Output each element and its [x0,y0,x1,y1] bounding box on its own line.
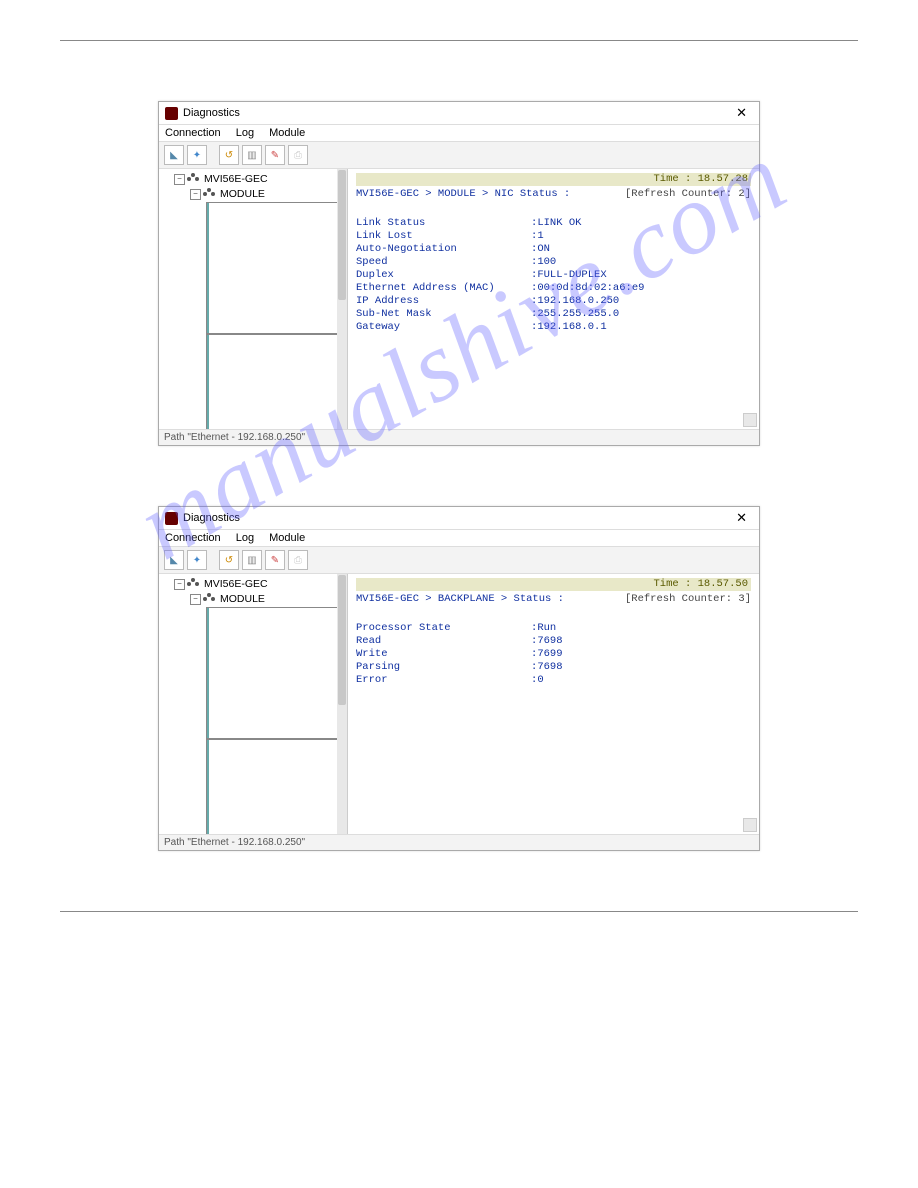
scroll-corner[interactable] [743,818,757,832]
tree-scrollbar[interactable] [337,574,347,834]
toolbar: ◣ ✦ ↺ ▥ ✎ ⎙ [159,141,759,169]
diagnostics-window-1: Diagnostics ✕ Connection Log Module ◣ ✦ … [158,101,760,446]
toolbar-btn-4[interactable]: ▥ [242,145,262,165]
status-bar: Path "Ethernet - 192.168.0.250" [159,429,759,445]
kv-value: 7699 [531,648,563,661]
time-display: Time : 18.57.28 [356,173,751,186]
menu-module[interactable]: Module [269,127,305,139]
menu-log[interactable]: Log [236,127,254,139]
app-icon [165,512,178,525]
kv-label: Read [356,635,531,648]
window-title: Diagnostics [183,512,240,524]
tree-module[interactable]: MODULE [220,188,265,200]
toolbar-btn-5[interactable]: ✎ [265,550,285,570]
toolbar-btn-6[interactable]: ⎙ [288,145,308,165]
kv-label: Gateway [356,321,531,334]
toolbar-btn-1[interactable]: ◣ [164,550,184,570]
tree-root[interactable]: MVI56E-GEC [204,173,268,185]
kv-value: 1 [531,230,544,243]
kv-label: Duplex [356,269,531,282]
kv-value: 255.255.255.0 [531,308,619,321]
content-panel: Time : 18.57.50 MVI56E-GEC > BACKPLANE >… [348,574,759,834]
node-icon [187,174,201,184]
window-title: Diagnostics [183,107,240,119]
kv-label: IP Address [356,295,531,308]
kv-value: 0 [531,674,544,687]
kv-value: LINK OK [531,217,581,230]
page-icon [206,739,340,834]
menu-log[interactable]: Log [236,532,254,544]
kv-label: Link Status [356,217,531,230]
kv-label: Processor State [356,622,531,635]
kv-value: FULL-DUPLEX [531,269,607,282]
titlebar[interactable]: Diagnostics ✕ [159,102,759,125]
kv-value: Run [531,622,556,635]
kv-value: ON [531,243,550,256]
content-panel: Time : 18.57.28 MVI56E-GEC > MODULE > NI… [348,169,759,429]
kv-label: Parsing [356,661,531,674]
menu-connection[interactable]: Connection [165,127,221,139]
page-icon [206,607,340,739]
titlebar[interactable]: Diagnostics ✕ [159,507,759,530]
tree-root[interactable]: MVI56E-GEC [204,578,268,590]
kv-label: Error [356,674,531,687]
kv-label: Speed [356,256,531,269]
tree-scrollbar[interactable] [337,169,347,429]
kv-label: Ethernet Address (MAC) [356,282,531,295]
menu-connection[interactable]: Connection [165,532,221,544]
kv-value: 7698 [531,635,563,648]
kv-value: 7698 [531,661,563,674]
tree-panel[interactable]: −MVI56E-GEC −MODULE Version Config NIC S… [159,574,348,834]
toolbar-btn-1[interactable]: ◣ [164,145,184,165]
kv-value: 00:0d:8d:02:a6:e9 [531,282,644,295]
tree-module[interactable]: MODULE [220,593,265,605]
menu-module[interactable]: Module [269,532,305,544]
menubar: Connection Log Module [159,530,759,546]
toolbar-btn-6[interactable]: ⎙ [288,550,308,570]
refresh-counter: [Refresh Counter: 3] [625,593,751,616]
toolbar-btn-2[interactable]: ✦ [187,145,207,165]
toolbar-btn-5[interactable]: ✎ [265,145,285,165]
breadcrumb: MVI56E-GEC > MODULE > NIC Status : [356,188,625,201]
menubar: Connection Log Module [159,125,759,141]
status-bar: Path "Ethernet - 192.168.0.250" [159,834,759,850]
toolbar: ◣ ✦ ↺ ▥ ✎ ⎙ [159,546,759,574]
node-icon [203,594,217,604]
tree-panel[interactable]: −MVI56E-GEC −MODULE Version Config NIC S… [159,169,348,429]
kv-value: 192.168.0.1 [531,321,607,334]
kv-label: Write [356,648,531,661]
toolbar-btn-4[interactable]: ▥ [242,550,262,570]
diagnostics-window-2: Diagnostics ✕ Connection Log Module ◣ ✦ … [158,506,760,851]
kv-label: Auto-Negotiation [356,243,531,256]
toolbar-btn-3[interactable]: ↺ [219,145,239,165]
scroll-corner[interactable] [743,413,757,427]
node-icon [203,189,217,199]
close-icon[interactable]: ✕ [730,105,753,121]
expander-icon[interactable]: − [190,189,201,200]
expander-icon[interactable]: − [174,579,185,590]
page-icon [206,202,340,334]
node-icon [187,579,201,589]
time-display: Time : 18.57.50 [356,578,751,591]
refresh-counter: [Refresh Counter: 2] [625,188,751,211]
page-icon [206,334,340,429]
close-icon[interactable]: ✕ [730,510,753,526]
breadcrumb: MVI56E-GEC > BACKPLANE > Status : [356,593,625,606]
kv-label: Link Lost [356,230,531,243]
kv-label: Sub-Net Mask [356,308,531,321]
kv-value: 100 [531,256,556,269]
toolbar-btn-2[interactable]: ✦ [187,550,207,570]
kv-value: 192.168.0.250 [531,295,619,308]
toolbar-btn-3[interactable]: ↺ [219,550,239,570]
expander-icon[interactable]: − [190,594,201,605]
app-icon [165,107,178,120]
expander-icon[interactable]: − [174,174,185,185]
